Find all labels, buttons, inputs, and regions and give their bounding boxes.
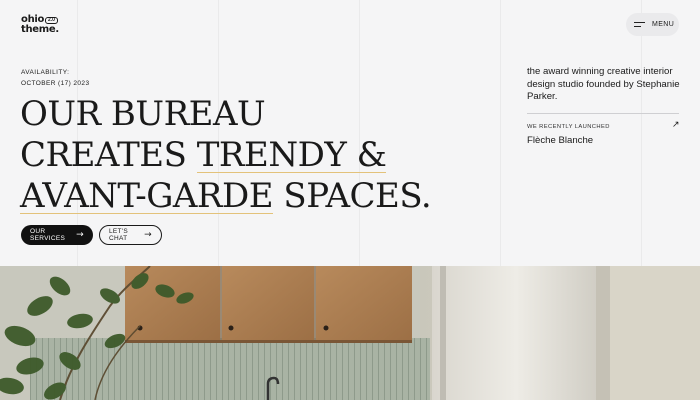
headline-line-2-start: CREATES (20, 135, 197, 175)
our-services-label: OUR SERVICES (30, 228, 66, 242)
logo[interactable]: ohio theme. 2.0 (21, 15, 59, 35)
arrow-right-icon: → (76, 229, 84, 240)
studio-tagline: the award winning creative interior desi… (527, 66, 680, 102)
headline-highlight-trendy: TRENDY & (196, 135, 387, 175)
availability-date: OCTOBER (17) 2023 (21, 80, 90, 87)
menu-label: MENU (652, 21, 675, 28)
our-services-button[interactable]: OUR SERVICES → (21, 225, 93, 245)
headline-line-3-end: SPACES. (273, 176, 432, 216)
logo-line-2: theme. (21, 24, 59, 35)
lets-chat-label: LET'S CHAT (109, 228, 128, 242)
menu-button[interactable]: MENU (626, 13, 679, 36)
headline-line-2: CREATES TRENDY & (20, 135, 431, 176)
hamburger-icon (634, 21, 645, 28)
availability-label: AVAILABILITY: (21, 69, 70, 76)
recently-launched-label: WE RECENTLY LAUNCHED (527, 124, 610, 130)
availability-block: AVAILABILITY: OCTOBER (17) 2023 (21, 67, 89, 89)
divider (527, 113, 679, 114)
arrow-right-icon: → (144, 229, 152, 240)
hero-headline: OUR BUREAU CREATES TRENDY & AVANT-GARDE … (20, 94, 432, 217)
kitchen-interior-photo (0, 266, 700, 400)
hero-kitchen-image (0, 266, 700, 400)
arrow-up-right-icon[interactable]: ↗ (672, 120, 680, 130)
headline-line-3: AVANT-GARDE SPACES. (20, 176, 432, 217)
headline-line-1: OUR BUREAU (20, 94, 266, 134)
headline-highlight-avant-garde: AVANT-GARDE (20, 176, 274, 216)
logo-version-badge: 2.0 (45, 17, 58, 24)
recently-launched-project-link[interactable]: Flèche Blanche (527, 135, 593, 146)
lets-chat-button[interactable]: LET'S CHAT → (99, 225, 162, 245)
